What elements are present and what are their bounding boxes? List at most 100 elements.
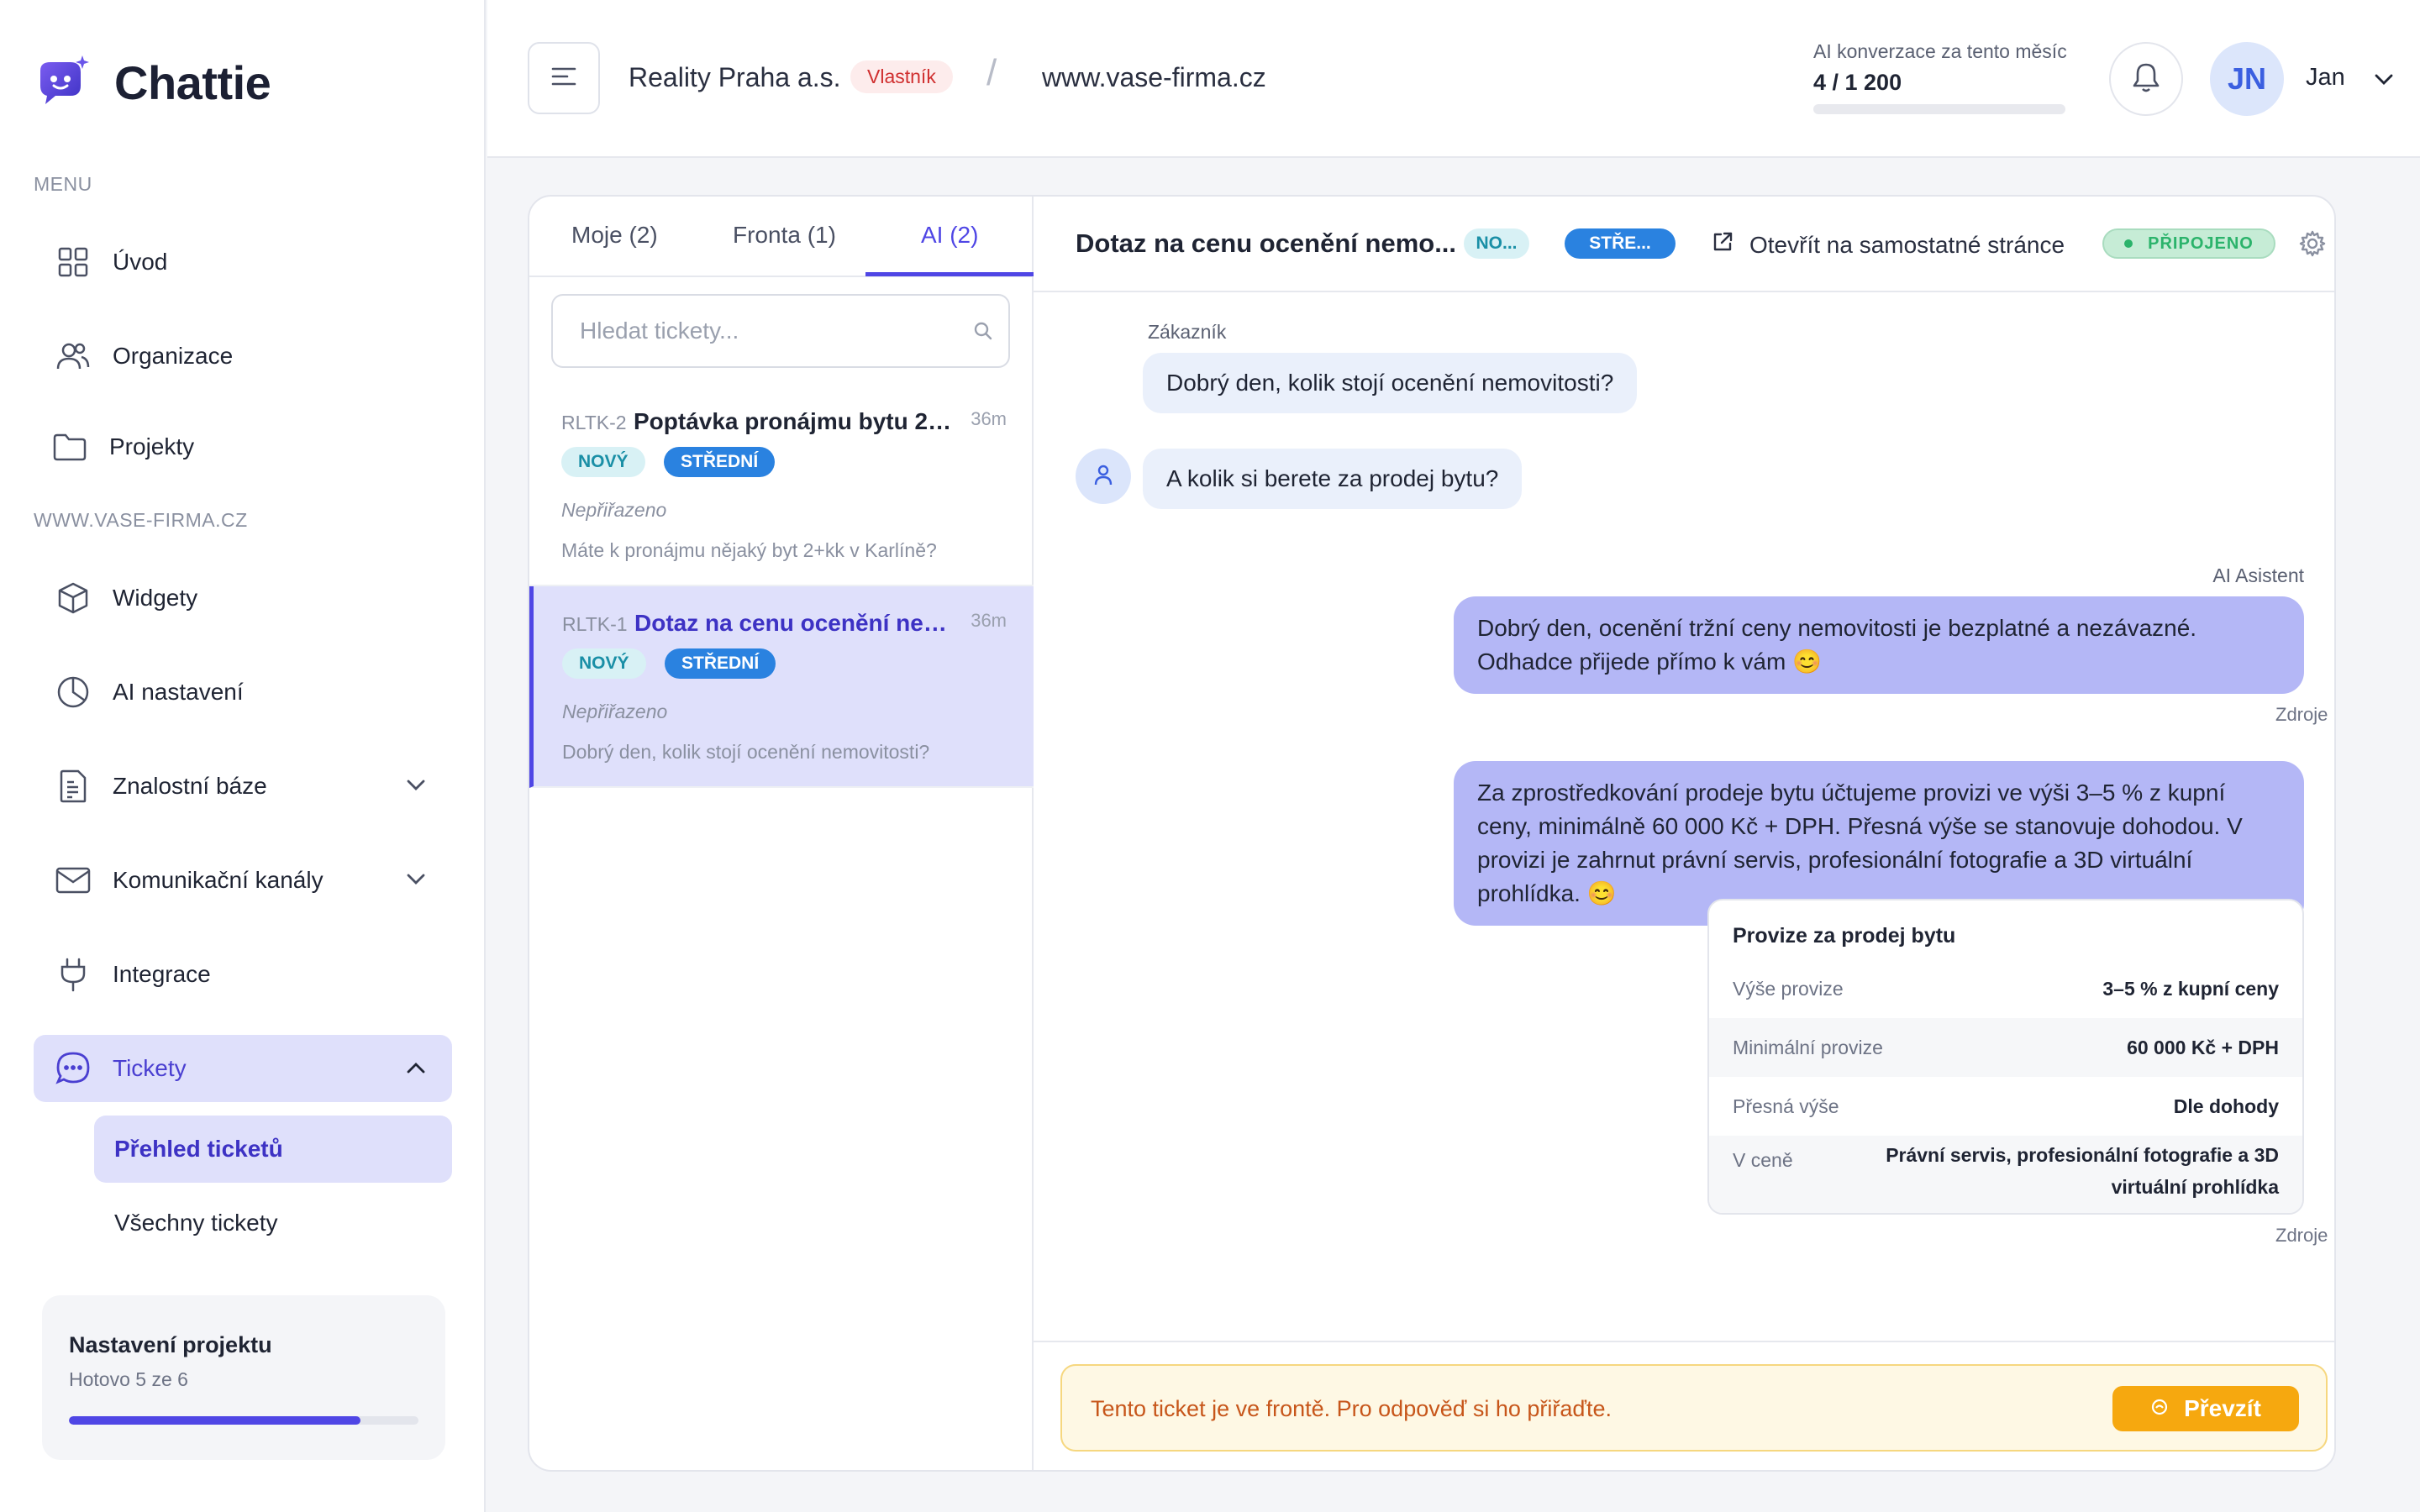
organization-name[interactable]: Reality Praha a.s. <box>629 62 841 93</box>
ticket-search-input[interactable] <box>553 296 1008 366</box>
sidebar-item-label: Úvod <box>113 249 168 275</box>
ai-message: Dobrý den, ocenění tržní ceny nemovitost… <box>1454 596 2304 694</box>
folder-icon <box>52 429 87 465</box>
open-in-new-page-link[interactable]: Otevřít na samostatné stránce <box>1711 230 2065 260</box>
cube-icon <box>55 580 91 616</box>
sources-toggle[interactable]: Zdroje <box>2275 704 2334 726</box>
tab-fronta[interactable]: Fronta (1) <box>733 222 836 249</box>
conversation-panel: Dotaz na cenu ocenění nemo... NO... STŘE… <box>1034 197 2334 1470</box>
user-name[interactable]: Jan <box>2306 64 2345 92</box>
bell-icon <box>2132 62 2160 97</box>
info-key: V ceně <box>1733 1149 1793 1171</box>
customer-message: Dobrý den, kolik stojí ocenění nemovitos… <box>1143 353 1638 413</box>
ai-usage-label: AI konverzace za tento měsíc <box>1813 40 2067 62</box>
chevron-down-icon <box>2328 704 2334 726</box>
sidebar-item-uvod[interactable]: Úvod <box>34 228 452 296</box>
ticket-search <box>551 294 1010 368</box>
ticket-preview: Dobrý den, kolik stojí ocenění nemovitos… <box>562 741 930 763</box>
menu-section-label: MENU <box>34 173 92 195</box>
composer-divider <box>1034 1341 2334 1342</box>
notifications-button[interactable] <box>2109 42 2183 116</box>
setup-progress-fill <box>69 1416 360 1425</box>
ticket-item-rltk-1[interactable]: RLTK-1 Dotaz na cenu ocenění nemovitosti… <box>529 586 1034 788</box>
tab-ai[interactable]: AI (2) <box>921 222 978 249</box>
user-avatar[interactable]: JN <box>2210 42 2284 116</box>
ticket-assignee: Nepřiřazeno <box>562 701 668 722</box>
project-domain[interactable]: www.vase-firma.cz <box>1042 62 1266 93</box>
sidebar-subitem-prehled-ticketu[interactable]: Přehled ticketů <box>94 1116 452 1183</box>
conversation-header: Dotaz na cenu ocenění nemo... NO... STŘE… <box>1034 197 2334 292</box>
ai-usage-bar <box>1813 104 2065 114</box>
chevron-up-icon[interactable] <box>405 1057 427 1084</box>
grid-icon <box>55 244 91 280</box>
setup-progress-text: Hotovo 5 ze 6 <box>69 1368 188 1390</box>
info-value: Právní servis, profesionální fotografie … <box>1886 1144 2279 1198</box>
top-header: Reality Praha a.s. Vlastník / www.vase-f… <box>487 0 2420 158</box>
external-link-icon <box>1711 230 1749 260</box>
commission-info-card: Provize za prodej bytu Výše provize 3–5 … <box>1707 899 2304 1215</box>
sources-label: Zdroje <box>2275 1225 2328 1246</box>
sidebar: Chattie MENU Úvod Organizace Projekty WW… <box>0 0 486 1512</box>
sidebar-item-organizace[interactable]: Organizace <box>34 323 452 390</box>
ai-usage-meter: AI konverzace za tento měsíc 4 / 1 200 <box>1813 40 2074 114</box>
gear-icon[interactable] <box>2299 230 2326 261</box>
sources-toggle[interactable]: Zdroje <box>2275 1225 2334 1247</box>
ai-assistant-label: AI Asistent <box>2212 564 2304 586</box>
ticket-item-rltk-2[interactable]: RLTK-2 Poptávka pronájmu bytu 2+kk v Kar… <box>529 385 1034 586</box>
info-key: Minimální provize <box>1733 1037 1883 1058</box>
sidebar-item-tickety[interactable]: Tickety <box>34 1035 452 1102</box>
info-key: Přesná výše <box>1733 1095 1839 1117</box>
sidebar-item-integrace[interactable]: Integrace <box>34 941 452 1008</box>
search-icon <box>973 321 993 345</box>
chevron-down-icon <box>2328 1225 2334 1247</box>
chevron-down-icon[interactable] <box>405 869 427 896</box>
role-badge: Vlastník <box>850 60 953 93</box>
status-badge[interactable]: NO... <box>1464 228 1529 259</box>
tickets-workspace: Moje (2) Fronta (1) AI (2) RLTK-2 Poptáv… <box>528 195 2336 1472</box>
priority-badge[interactable]: STŘE... <box>1565 228 1676 259</box>
chevron-down-icon[interactable] <box>2373 69 2395 95</box>
hand-icon <box>2150 1395 2184 1422</box>
customer-avatar <box>1076 449 1131 504</box>
info-value: 3–5 % z kupní ceny <box>2102 978 2279 1000</box>
info-row: V ceně Právní servis, profesionální foto… <box>1709 1136 2302 1213</box>
ticket-title: Dotaz na cenu ocenění nemovitosti <box>634 610 962 636</box>
chat-icon <box>55 1051 91 1086</box>
document-icon <box>55 769 91 804</box>
ticket-time: 36m <box>971 610 1007 631</box>
queue-notice: Tento ticket je ve frontě. Pro odpověď s… <box>1060 1364 2328 1452</box>
menu-icon <box>550 66 577 92</box>
logo[interactable]: Chattie <box>34 54 271 111</box>
open-in-new-page-label: Otevřít na samostatné stránce <box>1749 231 2065 258</box>
ai-usage-value: 4 / 1 200 <box>1813 70 1902 95</box>
sidebar-item-label: AI nastavení <box>113 679 244 705</box>
chevron-down-icon[interactable] <box>405 774 427 802</box>
menu-toggle-button[interactable] <box>528 42 600 114</box>
sidebar-subitem-vsechny-tickety[interactable]: Všechny tickety <box>94 1189 452 1257</box>
ticket-list-panel: Moje (2) Fronta (1) AI (2) RLTK-2 Poptáv… <box>529 197 1034 1470</box>
app-name: Chattie <box>114 55 271 109</box>
info-row: Přesná výše Dle dohody <box>1709 1077 2302 1136</box>
project-setup-card[interactable]: Nastavení projektu Hotovo 5 ze 6 <box>42 1295 445 1460</box>
project-section-label: WWW.VASE-FIRMA.CZ <box>34 509 248 531</box>
pie-chart-icon <box>55 675 91 710</box>
info-value: 60 000 Kč + DPH <box>2127 1037 2279 1058</box>
active-tab-indicator <box>865 272 1034 276</box>
sidebar-item-label: Znalostní báze <box>113 773 267 799</box>
tab-moje[interactable]: Moje (2) <box>571 222 658 249</box>
setup-progress-bar <box>69 1416 418 1425</box>
sidebar-item-widgety[interactable]: Widgety <box>34 564 452 632</box>
take-over-button[interactable]: Převzít <box>2112 1386 2299 1431</box>
sidebar-item-znalostni-baze[interactable]: Znalostní báze <box>34 753 452 820</box>
conversation-title: Dotaz na cenu ocenění nemo... <box>1076 228 1457 258</box>
user-icon <box>1092 463 1114 491</box>
sidebar-item-projekty[interactable]: Projekty <box>34 413 452 480</box>
ticket-id: RLTK-2 <box>561 412 627 433</box>
breadcrumb-separator: / <box>986 52 997 93</box>
sources-label: Zdroje <box>2275 704 2328 725</box>
status-badge: NOVÝ <box>561 447 645 477</box>
priority-badge: STŘEDNÍ <box>665 648 776 679</box>
setup-title: Nastavení projektu <box>69 1332 272 1357</box>
sidebar-item-komunikacni-kanaly[interactable]: Komunikační kanály <box>34 847 452 914</box>
sidebar-item-ai-nastaveni[interactable]: AI nastavení <box>34 659 452 726</box>
